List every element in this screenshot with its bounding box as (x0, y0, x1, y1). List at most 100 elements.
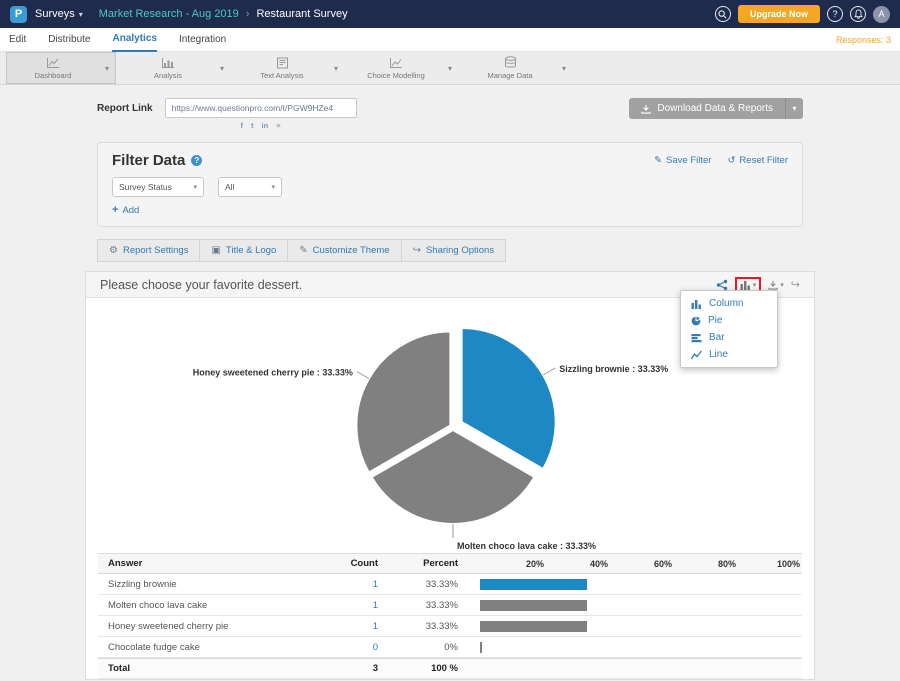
menu-item-label: Pie (708, 315, 722, 326)
filter-value-select[interactable]: All ▾ (218, 177, 282, 197)
tab-customize-theme[interactable]: ✎ Customize Theme (287, 239, 401, 262)
chevron-down-icon: ▾ (105, 64, 109, 73)
add-filter-button[interactable]: + Add (112, 204, 139, 216)
table-row: Molten choco lava cake 1 33.33% (98, 595, 802, 616)
help-button[interactable]: ? (827, 6, 843, 22)
surveys-menu[interactable]: Surveys ▾ (35, 8, 83, 20)
toolbar-tab-analysis[interactable]: Analysis (122, 52, 214, 84)
chart-download-button[interactable]: ▾ (768, 280, 784, 290)
toolbar-tab-dashboard[interactable]: Dashboard (7, 53, 99, 83)
scale-label: 40% (544, 559, 608, 569)
toolbar-tab-text-analysis[interactable]: Text Analysis (236, 52, 328, 84)
count-cell[interactable]: 1 (318, 621, 390, 632)
count-cell[interactable]: 0 (318, 642, 390, 653)
total-count: 3 (318, 663, 390, 674)
bar-cell[interactable] (472, 595, 802, 615)
breadcrumb-parent[interactable]: Market Research - Aug 2019 (99, 8, 239, 20)
toolbar-text-analysis-caret[interactable]: ▾ (328, 52, 344, 84)
embed-list-icon[interactable]: ≡ (276, 121, 280, 130)
chart-type-column[interactable]: Column (681, 295, 777, 312)
filter-selects: Survey Status ▾ All ▾ (112, 177, 788, 197)
question-mark-icon: ? (194, 156, 199, 165)
tab-sharing-options[interactable]: ↪ Sharing Options (401, 239, 507, 262)
survey-status-select[interactable]: Survey Status ▾ (112, 177, 204, 197)
bell-icon (854, 9, 863, 19)
share-forward-icon[interactable]: ↪ (791, 278, 800, 291)
download-data-reports-button[interactable]: Download Data & Reports (629, 98, 785, 119)
chart-type-bar[interactable]: Bar (681, 329, 777, 346)
chevron-down-icon: ▾ (193, 183, 197, 191)
count-cell[interactable]: 1 (318, 579, 390, 590)
toolbar-manage-data-caret[interactable]: ▾ (556, 52, 572, 84)
search-button[interactable] (715, 6, 731, 22)
toolbar-analysis-caret[interactable]: ▾ (214, 52, 230, 84)
toolbar-tab-label: Text Analysis (260, 71, 303, 80)
twitter-icon[interactable]: t (251, 121, 254, 130)
toolbar-choice-modelling-caret[interactable]: ▾ (442, 52, 458, 84)
download-icon (768, 280, 778, 290)
facebook-icon[interactable]: f (241, 121, 244, 130)
toolbar-tab-manage-data[interactable]: Manage Data (464, 52, 556, 84)
percent-cell: 33.33% (390, 600, 472, 611)
header-answer: Answer (98, 558, 318, 569)
responses-count[interactable]: Responses: 3 (836, 35, 891, 45)
toolbar-tab-choice-modelling[interactable]: Choice Modelling (350, 52, 442, 84)
menu-integration[interactable]: Integration (179, 29, 226, 51)
share-icon: ↪ (413, 245, 421, 256)
pie-chart-icon (691, 316, 701, 326)
bar-cell[interactable] (472, 637, 802, 657)
download-options-caret[interactable]: ▾ (785, 98, 803, 119)
bar-cell[interactable] (472, 574, 802, 594)
tab-label: Sharing Options (426, 245, 494, 256)
answer-bar (480, 579, 587, 590)
menu-analytics[interactable]: Analytics (112, 28, 156, 52)
questionpro-logo[interactable]: P (10, 6, 27, 23)
reset-filter-link[interactable]: ↺ Reset Filter (727, 155, 788, 166)
notifications-button[interactable] (850, 6, 866, 22)
filter-help-icon[interactable]: ? (191, 155, 202, 166)
question-title: Please choose your favorite dessert. (100, 278, 302, 292)
upgrade-button[interactable]: Upgrade Now (738, 5, 820, 23)
database-icon (504, 56, 517, 69)
table-header-row: Answer Count Percent 20% 40% 60% 80% 100… (98, 554, 802, 574)
chevron-down-icon: ▾ (792, 104, 796, 113)
download-icon (641, 104, 651, 114)
report-link-input[interactable] (165, 98, 357, 118)
reset-filter-label: Reset Filter (739, 155, 788, 166)
survey-status-value: Survey Status (119, 182, 172, 192)
line-chart-icon (389, 57, 403, 69)
report-link-row: Report Link f t in ≡ Download Data & Rep… (85, 98, 815, 134)
percent-cell: 0% (390, 642, 472, 653)
gear-icon: ⚙ (109, 245, 118, 256)
avatar[interactable]: A (873, 6, 890, 23)
menu-item-label: Bar (709, 332, 725, 343)
menu-edit[interactable]: Edit (9, 29, 26, 51)
filter-title: Filter Data (112, 152, 185, 169)
count-cell[interactable]: 1 (318, 600, 390, 611)
share-alt-icon[interactable] (716, 279, 728, 291)
chart-type-line[interactable]: Line (681, 346, 777, 363)
scale-label: 80% (672, 559, 736, 569)
analytics-toolbar: Dashboard ▾ Analysis ▾ Text Analysis ▾ C… (0, 52, 900, 85)
tab-title-logo[interactable]: ▣ Title & Logo (199, 239, 288, 262)
scale-label: 60% (608, 559, 672, 569)
header-scale: 20% 40% 60% 80% 100% (472, 554, 802, 573)
top-navbar: P Surveys ▾ Market Research - Aug 2019 ›… (0, 0, 900, 28)
social-share-row: f t in ≡ (165, 121, 357, 130)
chart-type-menu: Column Pie Bar Line (680, 290, 778, 368)
toolbar-group-analysis: Analysis ▾ (122, 52, 230, 84)
bar-cell[interactable] (472, 616, 802, 636)
pencil-icon: ✎ (654, 155, 662, 166)
chart-type-pie[interactable]: Pie (681, 312, 777, 329)
save-filter-link[interactable]: ✎ Save Filter (654, 155, 711, 166)
menu-distribute[interactable]: Distribute (48, 29, 90, 51)
download-label: Download Data & Reports (657, 103, 773, 114)
chevron-down-icon: ▾ (562, 64, 566, 73)
linkedin-icon[interactable]: in (262, 121, 269, 130)
question-panel: Please choose your favorite dessert. ▾ ▾ (85, 271, 815, 680)
tab-report-settings[interactable]: ⚙ Report Settings (97, 239, 200, 262)
answer-bar (480, 621, 587, 632)
toolbar-dashboard-caret[interactable]: ▾ (99, 53, 115, 83)
topbar-actions: Upgrade Now ? A (715, 5, 890, 23)
header-count: Count (318, 558, 390, 569)
